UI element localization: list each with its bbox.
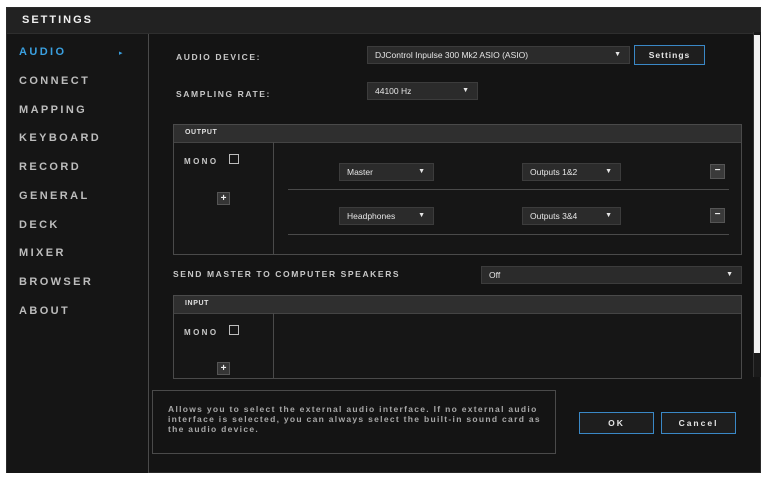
audio-device-dropdown[interactable]: DJControl Inpulse 300 Mk2 ASIO (ASIO) ▼ bbox=[367, 46, 630, 64]
output-mono-checkbox[interactable] bbox=[229, 154, 239, 164]
sidebar-item-general[interactable]: GENERAL bbox=[19, 190, 90, 202]
output-destination-value: Outputs 1&2 bbox=[530, 167, 578, 177]
output-source-dropdown-2[interactable]: Headphones ▼ bbox=[339, 207, 434, 225]
speakers-label: SEND MASTER TO COMPUTER SPEAKERS bbox=[173, 269, 401, 279]
audio-device-label: AUDIO DEVICE: bbox=[176, 52, 262, 62]
output-divider bbox=[273, 142, 274, 254]
output-remove-button-1[interactable]: − bbox=[710, 164, 725, 179]
input-mono-checkbox[interactable] bbox=[229, 325, 239, 335]
help-text: Allows you to select the external audio … bbox=[168, 404, 541, 434]
caret-down-icon: ▼ bbox=[418, 168, 425, 175]
sidebar-item-connect[interactable]: CONNECT bbox=[19, 75, 90, 87]
sidebar-item-deck[interactable]: DECK bbox=[19, 219, 60, 231]
output-destination-value: Outputs 3&4 bbox=[530, 211, 578, 221]
device-settings-button[interactable]: Settings bbox=[634, 45, 705, 65]
output-panel-title: OUTPUT bbox=[185, 129, 218, 136]
input-panel-header: INPUT bbox=[174, 296, 741, 314]
caret-down-icon: ▼ bbox=[614, 51, 621, 58]
chevron-right-icon: ▸ bbox=[119, 50, 123, 57]
window-title: SETTINGS bbox=[22, 14, 94, 26]
input-add-button[interactable]: + bbox=[217, 362, 230, 375]
caret-down-icon: ▼ bbox=[605, 212, 612, 219]
sidebar-item-about[interactable]: ABOUT bbox=[19, 305, 70, 317]
output-destination-dropdown-1[interactable]: Outputs 1&2 ▼ bbox=[522, 163, 621, 181]
input-panel-title: INPUT bbox=[185, 300, 209, 307]
sidebar-item-record[interactable]: RECORD bbox=[19, 161, 81, 173]
sampling-rate-value: 44100 Hz bbox=[375, 86, 412, 96]
caret-down-icon: ▼ bbox=[726, 271, 733, 278]
input-divider bbox=[273, 313, 274, 379]
sidebar: AUDIO ▸ CONNECT MAPPING KEYBOARD RECORD … bbox=[7, 34, 149, 473]
output-destination-dropdown-2[interactable]: Outputs 3&4 ▼ bbox=[522, 207, 621, 225]
output-add-button[interactable]: + bbox=[217, 192, 230, 205]
sidebar-item-mixer[interactable]: MIXER bbox=[19, 247, 66, 259]
sidebar-item-browser[interactable]: BROWSER bbox=[19, 276, 93, 288]
output-mono-label: MONO bbox=[184, 157, 219, 166]
sidebar-item-keyboard[interactable]: KEYBOARD bbox=[19, 132, 101, 144]
main-scrollbar[interactable] bbox=[753, 32, 761, 377]
speakers-value: Off bbox=[489, 270, 501, 280]
output-source-value: Master bbox=[347, 167, 373, 177]
output-row-separator bbox=[288, 189, 729, 190]
title-bar: SETTINGS bbox=[7, 8, 760, 34]
scrollbar-thumb[interactable] bbox=[754, 35, 760, 353]
output-row-separator bbox=[288, 234, 729, 235]
output-panel-header: OUTPUT bbox=[174, 125, 741, 143]
speakers-dropdown[interactable]: Off ▼ bbox=[481, 266, 742, 284]
help-box: Allows you to select the external audio … bbox=[152, 390, 556, 454]
sidebar-item-mapping[interactable]: MAPPING bbox=[19, 104, 87, 116]
sidebar-item-audio[interactable]: AUDIO bbox=[19, 46, 66, 58]
input-mono-label: MONO bbox=[184, 328, 219, 337]
output-source-value: Headphones bbox=[347, 211, 396, 221]
caret-down-icon: ▼ bbox=[462, 87, 469, 94]
caret-down-icon: ▼ bbox=[605, 168, 612, 175]
cancel-button[interactable]: Cancel bbox=[661, 412, 736, 434]
output-source-dropdown-1[interactable]: Master ▼ bbox=[339, 163, 434, 181]
sampling-rate-label: SAMPLING RATE: bbox=[176, 89, 271, 99]
output-remove-button-2[interactable]: − bbox=[710, 208, 725, 223]
caret-down-icon: ▼ bbox=[418, 212, 425, 219]
ok-button[interactable]: OK bbox=[579, 412, 654, 434]
audio-device-value: DJControl Inpulse 300 Mk2 ASIO (ASIO) bbox=[375, 50, 529, 60]
input-panel: INPUT bbox=[173, 295, 742, 379]
sampling-rate-dropdown[interactable]: 44100 Hz ▼ bbox=[367, 82, 478, 100]
